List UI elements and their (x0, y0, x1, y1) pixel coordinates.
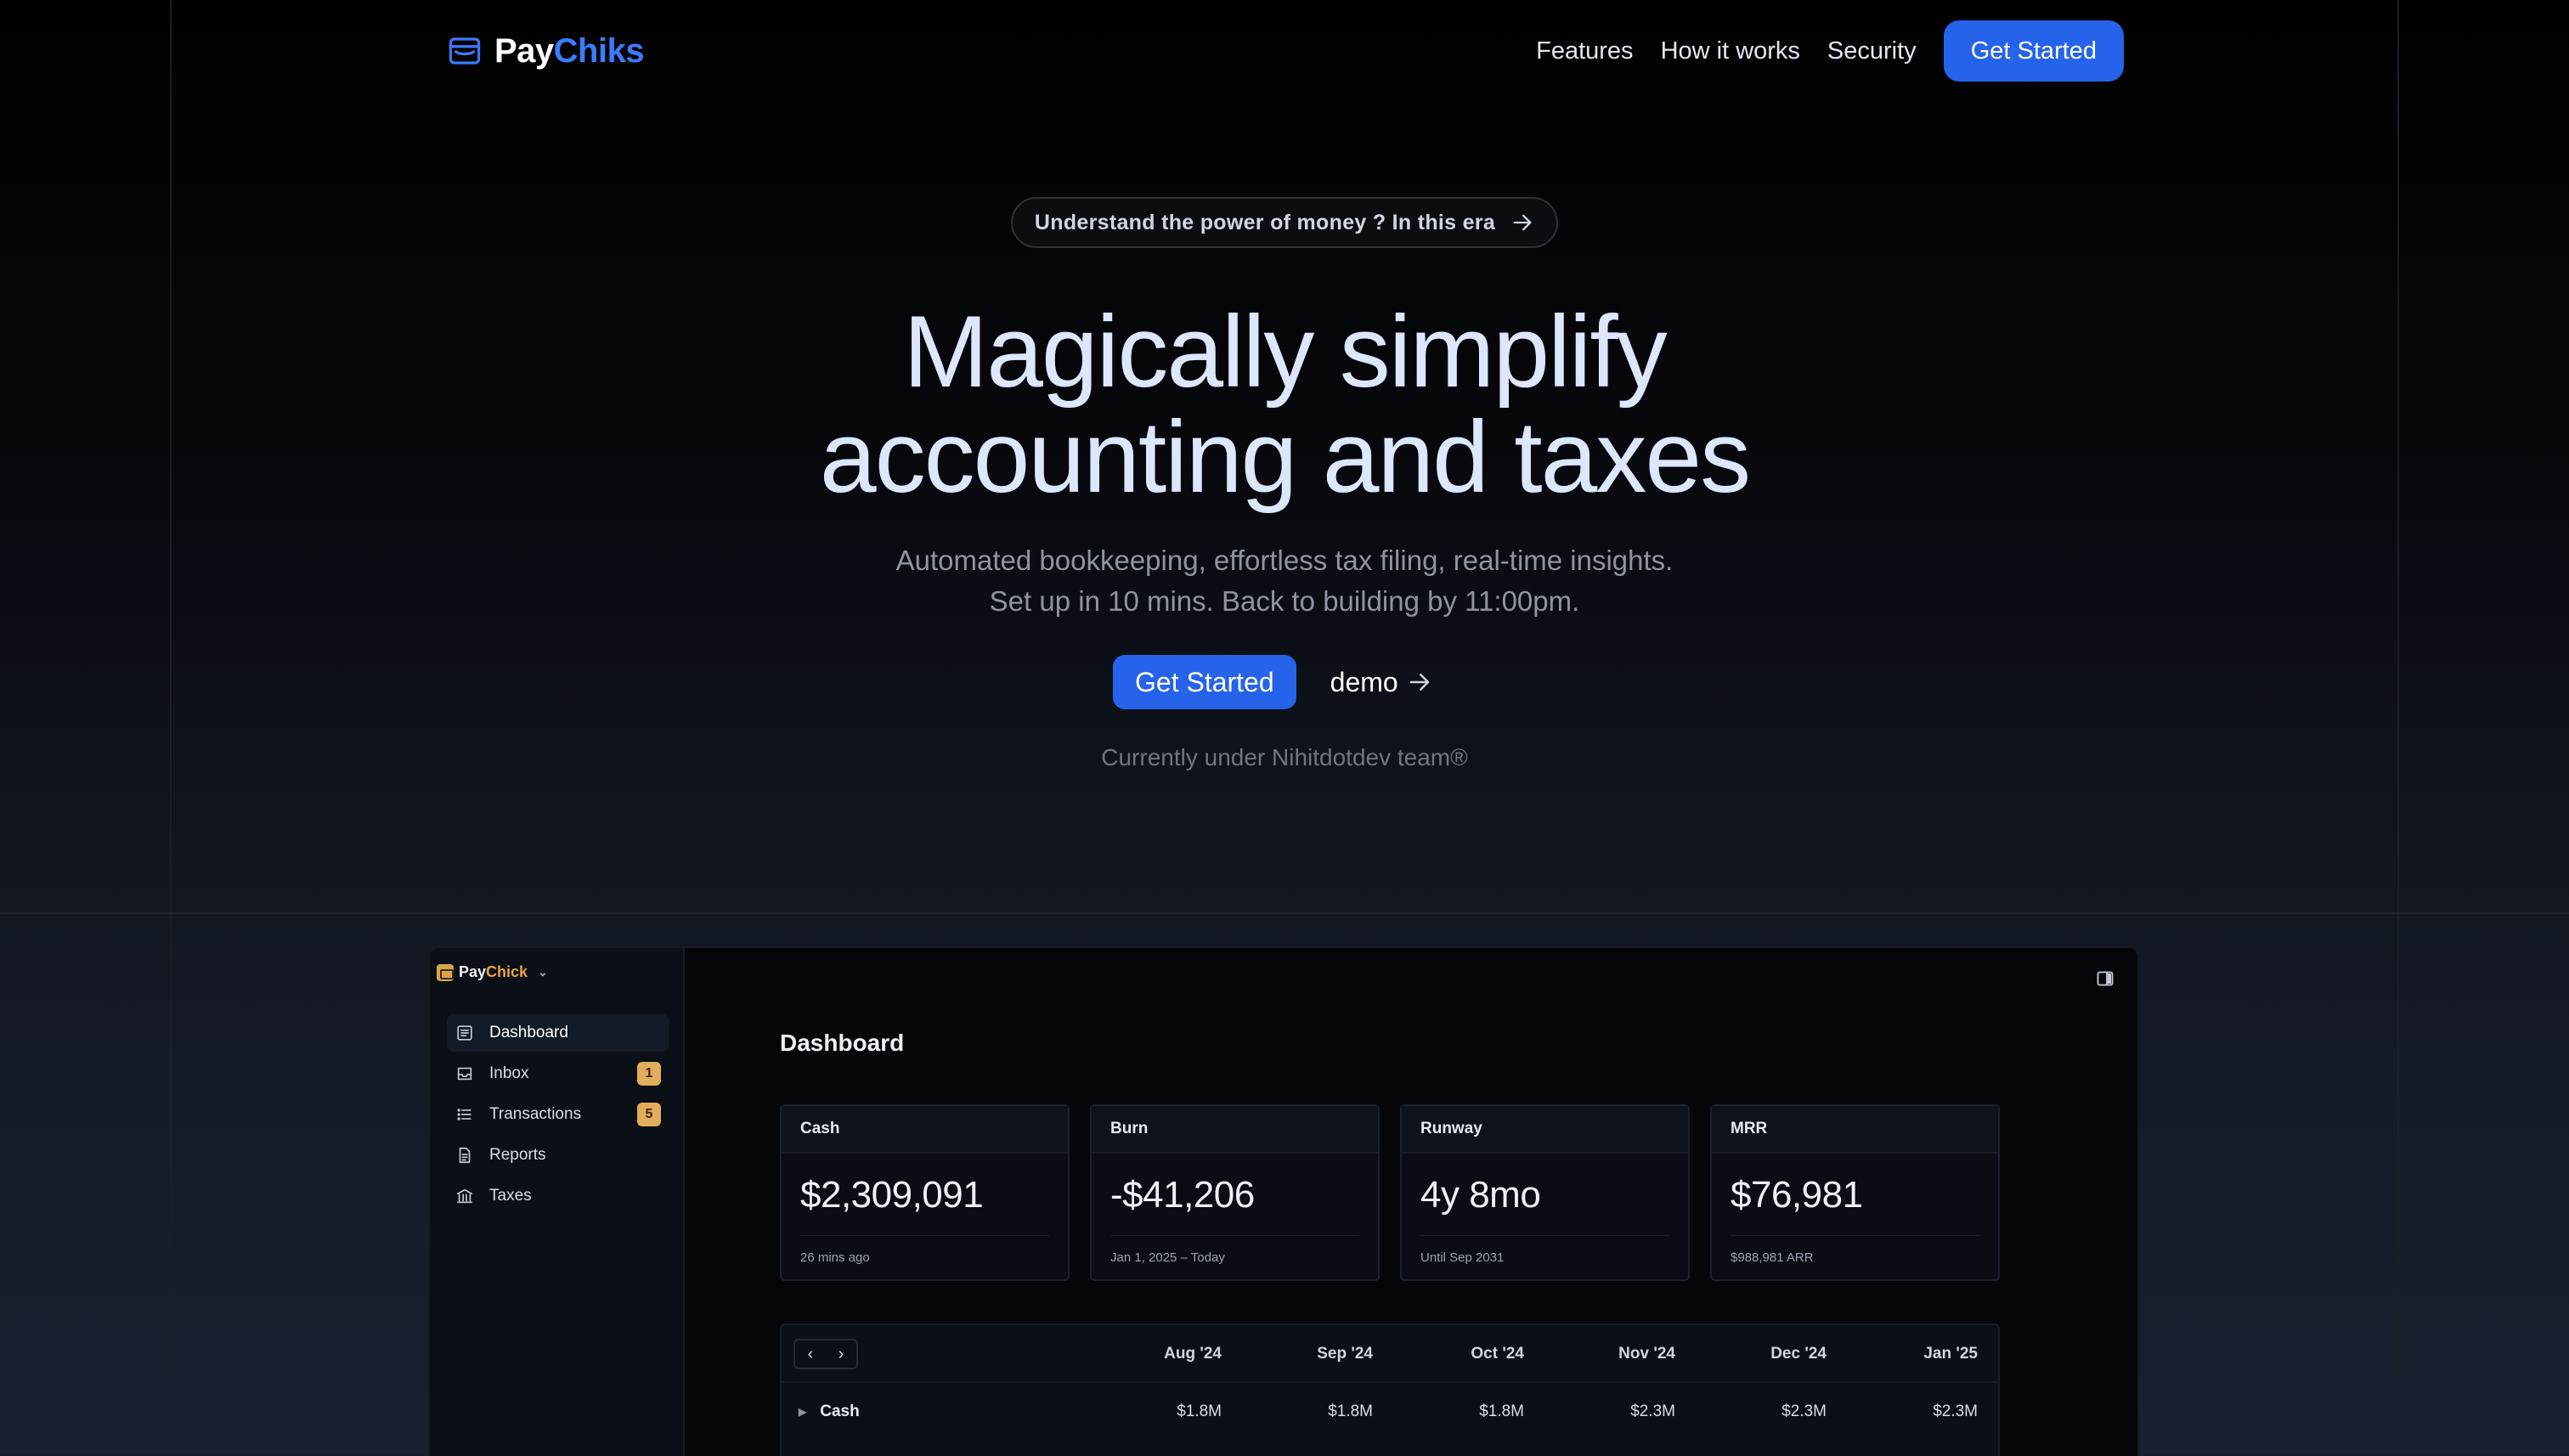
metric-card-value: -$41,206 (1110, 1174, 1255, 1216)
count-badge: 1 (637, 1062, 661, 1086)
table-cell: $1.8M (1177, 1402, 1222, 1420)
metric-card-caption: 26 mins ago (800, 1250, 870, 1265)
table-cell: $1.8M (1328, 1402, 1373, 1420)
metric-card-title: MRR (1712, 1106, 1998, 1154)
sidebar-item-transactions[interactable]: Transactions 5 (447, 1096, 669, 1133)
demo-link-label: demo (1330, 666, 1398, 697)
app-sidebar: PayChick ⌄ Dashboard Inbox 1 Transaction… (430, 948, 685, 1456)
section-divider (0, 912, 2569, 914)
month-pager: ‹ › (793, 1339, 858, 1369)
hero-subtitle-line-2: Set up in 10 mins. Back to building by 1… (989, 585, 1580, 617)
column-header: Jan '25 (1923, 1345, 1978, 1363)
caret-right-icon[interactable]: ▶ (799, 1383, 806, 1441)
top-navbar: PayChiks Features How it works Security … (447, 19, 2124, 83)
demo-link[interactable]: demo (1330, 667, 1432, 698)
sidebar-item-label: Dashboard (489, 1024, 568, 1041)
brand-name: PayChiks (494, 31, 645, 70)
chevron-down-icon: ⌄ (538, 965, 548, 979)
table-columns: Aug '24 Sep '24 Oct '24 Nov '24 Dec '24 … (1070, 1325, 1978, 1383)
metric-card-runway[interactable]: Runway 4y 8mo Until Sep 2031 (1400, 1104, 1690, 1281)
metric-card-title: Runway (1402, 1106, 1688, 1154)
nav-link-features[interactable]: Features (1536, 37, 1633, 65)
chevron-left-icon[interactable]: ‹ (795, 1340, 826, 1368)
row-label: ▶ Cash (799, 1383, 860, 1441)
dashboard-icon (457, 1025, 472, 1041)
column-header: Oct '24 (1471, 1345, 1524, 1363)
dashboard-preview: PayChick ⌄ Dashboard Inbox 1 Transaction… (428, 946, 2139, 1456)
report-icon (459, 1147, 471, 1164)
hero-note: Currently under Nihitdotdev team® (1101, 744, 1468, 770)
hero-cta-group: Get Started demo (1113, 654, 1432, 710)
hero-title: Magically simplify accounting and taxes (520, 299, 2049, 510)
sidebar-item-dashboard[interactable]: Dashboard (447, 1014, 669, 1052)
metric-card-value: $2,309,091 (800, 1174, 984, 1216)
nav-get-started-button[interactable]: Get Started (1943, 20, 2124, 82)
metric-card-title: Burn (1092, 1106, 1378, 1154)
hero-title-line-2: accounting and taxes (819, 400, 1751, 514)
table-cell: $2.3M (1933, 1402, 1978, 1420)
column-header: Aug '24 (1164, 1345, 1222, 1363)
table-header-row: ‹ › Aug '24 Sep '24 Oct '24 Nov '24 Dec … (782, 1325, 1998, 1383)
arrow-right-icon (1513, 214, 1532, 231)
monthly-table: ‹ › Aug '24 Sep '24 Oct '24 Nov '24 Dec … (780, 1323, 2000, 1456)
card-divider (1110, 1235, 1359, 1236)
sidebar-item-reports[interactable]: Reports (447, 1137, 669, 1174)
metric-cards: Cash $2,309,091 26 mins ago Burn -$41,20… (780, 1104, 2000, 1281)
card-divider (1731, 1235, 1979, 1236)
sidebar-menu: Dashboard Inbox 1 Transactions 5 Reports… (447, 1014, 669, 1218)
announcement-pill[interactable]: Understand the power of money ? In this … (1011, 197, 1558, 248)
nav-link-how-it-works[interactable]: How it works (1661, 37, 1800, 65)
metric-card-value: 4y 8mo (1420, 1174, 1541, 1216)
hero-get-started-button[interactable]: Get Started (1113, 655, 1296, 709)
nav-link-security[interactable]: Security (1827, 37, 1917, 65)
workspace-switcher[interactable]: PayChick ⌄ (437, 963, 548, 981)
brand-logo[interactable]: PayChiks (447, 31, 645, 71)
right-guide-line (2397, 0, 2399, 1376)
table-cell: $1.8M (1479, 1402, 1524, 1420)
app-brand-name: PayChick (459, 963, 528, 980)
card-divider (800, 1235, 1049, 1236)
metric-card-caption: Until Sep 2031 (1420, 1250, 1505, 1265)
metric-card-burn[interactable]: Burn -$41,206 Jan 1, 2025 – Today (1090, 1104, 1380, 1281)
hero-title-line-1: Magically simplify (903, 295, 1668, 409)
sidebar-item-label: Transactions (489, 1105, 582, 1123)
hero-subtitle-line-1: Automated bookkeeping, effortless tax fi… (895, 545, 1674, 576)
wallet-icon (449, 37, 481, 65)
metric-card-value: $76,981 (1731, 1174, 1863, 1216)
metric-card-title: Cash (782, 1106, 1068, 1154)
page-title: Dashboard (780, 1030, 905, 1056)
announcement-text: Understand the power of money ? In this … (1034, 210, 1496, 234)
bank-icon (456, 1188, 473, 1204)
chevron-right-icon[interactable]: › (826, 1340, 856, 1368)
inbox-icon (457, 1067, 472, 1081)
arrow-right-icon (1409, 674, 1429, 691)
metric-card-cash[interactable]: Cash $2,309,091 26 mins ago (780, 1104, 1070, 1281)
column-header: Dec '24 (1770, 1345, 1827, 1363)
sidebar-item-taxes[interactable]: Taxes (447, 1177, 669, 1215)
card-divider (1420, 1235, 1669, 1236)
sidebar-item-inbox[interactable]: Inbox 1 (447, 1055, 669, 1092)
count-badge: 5 (637, 1103, 661, 1126)
metric-card-caption: Jan 1, 2025 – Today (1110, 1250, 1225, 1265)
sidebar-item-label: Taxes (489, 1187, 532, 1205)
sidebar-item-label: Reports (489, 1146, 546, 1164)
table-cell: $2.3M (1630, 1402, 1675, 1420)
column-header: Sep '24 (1317, 1345, 1373, 1363)
row-label-text: Cash (820, 1402, 860, 1420)
metric-card-mrr[interactable]: MRR $76,981 $988,981 ARR (1710, 1104, 2000, 1281)
table-cell: $2.3M (1781, 1402, 1827, 1420)
row-cells: $1.8M $1.8M $1.8M $2.3M $2.3M $2.3M (1070, 1383, 1978, 1441)
hero-subtitle: Automated bookkeeping, effortless tax fi… (520, 540, 2049, 622)
list-icon (457, 1109, 471, 1120)
sidebar-item-label: Inbox (489, 1064, 529, 1082)
metric-card-caption: $988,981 ARR (1731, 1250, 1814, 1265)
sidebar-toggle-icon[interactable] (2095, 968, 2115, 989)
left-guide-line (170, 0, 172, 1376)
wallet-icon (437, 963, 454, 981)
nav-links: Features How it works Security Get Start… (1536, 20, 2124, 82)
column-header: Nov '24 (1618, 1345, 1675, 1363)
table-row[interactable]: ▶ Cash $1.8M $1.8M $1.8M $2.3M $2.3M $2.… (782, 1383, 1998, 1441)
